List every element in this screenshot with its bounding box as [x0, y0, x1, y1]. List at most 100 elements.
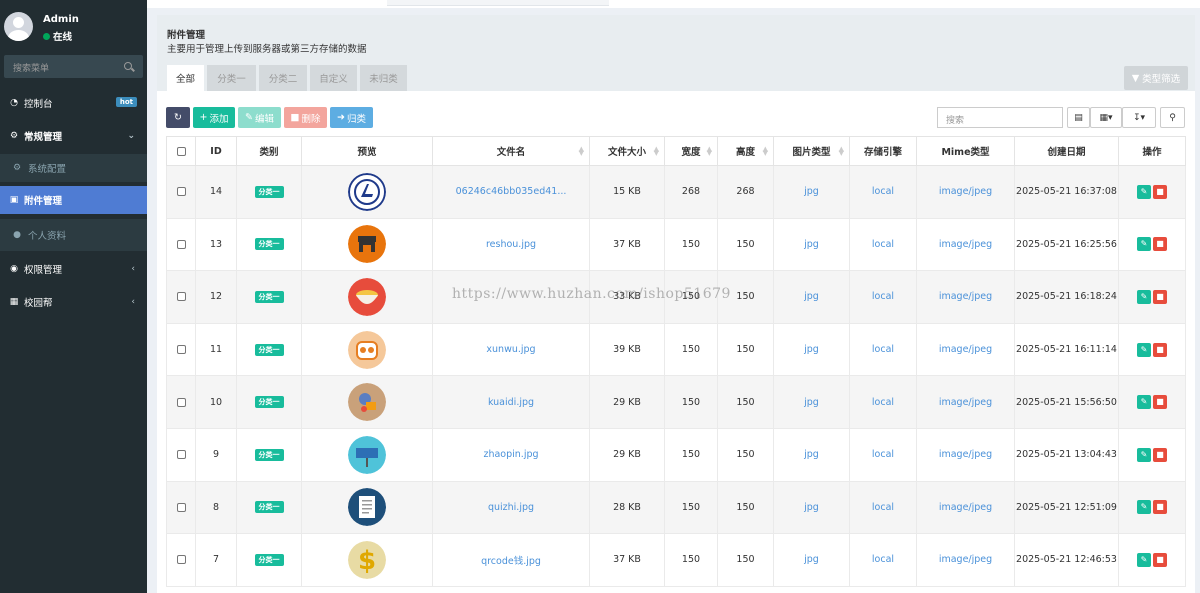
row-checkbox-cell[interactable] — [166, 165, 196, 219]
table-row[interactable]: 10 分类一 kuaidi.jpg 29 KB 150 150 jpg loca… — [166, 375, 1186, 429]
checkbox[interactable] — [176, 292, 186, 302]
row-edit-button[interactable]: ✎ — [1137, 395, 1151, 410]
mime-link[interactable]: image/jpeg — [939, 397, 992, 408]
row-edit-button[interactable]: ✎ — [1137, 184, 1151, 199]
row-delete-button[interactable]: ■ — [1153, 395, 1167, 410]
tab-unclassified[interactable]: 未归类 — [360, 65, 407, 91]
search-toggle-button[interactable]: ⚲ — [1160, 107, 1185, 128]
sidebar-item-system-config[interactable]: ⚙ 系统配置 — [0, 154, 147, 182]
table-row[interactable]: 11 分类一 xunwu.jpg 39 KB 150 150 jpg local… — [166, 323, 1186, 377]
sidebar-item-campus[interactable]: ▦ 校园帮 ‹ — [0, 288, 147, 316]
row-edit-button[interactable]: ✎ — [1137, 447, 1151, 462]
row-edit-button[interactable]: ✎ — [1137, 342, 1151, 357]
row-delete-button[interactable]: ■ — [1153, 342, 1167, 357]
mime-link[interactable]: image/jpeg — [939, 291, 992, 302]
delete-button[interactable]: ■ 删除 — [284, 107, 327, 128]
columns-dropdown[interactable]: ▦▾ — [1090, 107, 1122, 128]
imagetype-link[interactable]: jpg — [804, 554, 819, 565]
row-delete-button[interactable]: ■ — [1153, 500, 1167, 515]
storage-link[interactable]: local — [872, 554, 894, 565]
storage-link[interactable]: local — [872, 239, 894, 250]
sidebar-item-attachments[interactable]: ▣ 附件管理 — [0, 186, 147, 214]
row-edit-button[interactable]: ✎ — [1137, 552, 1151, 567]
imagetype-link[interactable]: jpg — [804, 397, 819, 408]
sort-icon[interactable]: ▲ ▼ — [579, 146, 584, 157]
imagetype-link[interactable]: jpg — [804, 449, 819, 460]
tab-category-2[interactable]: 分类二 — [259, 65, 307, 91]
thumbnail-image[interactable] — [348, 172, 386, 211]
table-view-toggle[interactable]: ▤ — [1067, 107, 1090, 128]
sort-icon[interactable]: ▲ ▼ — [707, 146, 712, 157]
filename-link[interactable]: xunwu.jpg — [486, 344, 535, 355]
table-row[interactable]: 13 分类一 reshou.jpg 37 KB 150 150 jpg loca… — [166, 218, 1186, 272]
column-header-filesize[interactable]: 文件大小 ▲ ▼ — [589, 136, 665, 166]
sidebar-item-dashboard[interactable]: ◔ 控制台 hot — [0, 89, 147, 117]
sort-icon[interactable]: ▲ ▼ — [839, 146, 844, 157]
row-checkbox-cell[interactable] — [166, 375, 196, 429]
thumbnail-image[interactable] — [348, 383, 386, 422]
storage-link[interactable]: local — [872, 502, 894, 513]
storage-link[interactable]: local — [872, 186, 894, 197]
row-checkbox-cell[interactable] — [166, 533, 196, 587]
row-edit-button[interactable]: ✎ — [1137, 289, 1151, 304]
thumbnail-image[interactable]: $ — [348, 540, 386, 579]
column-header-height[interactable]: 高度 ▲ ▼ — [717, 136, 774, 166]
category-badge[interactable]: 分类一 — [254, 185, 284, 198]
checkbox[interactable] — [176, 555, 186, 565]
checkbox[interactable] — [176, 187, 186, 197]
category-badge[interactable]: 分类一 — [254, 501, 284, 514]
export-dropdown[interactable]: ↧▾ — [1122, 107, 1156, 128]
checkbox[interactable] — [176, 502, 186, 512]
checkbox[interactable] — [176, 146, 186, 156]
add-button[interactable]: + 添加 — [193, 107, 235, 128]
checkbox[interactable] — [176, 450, 186, 460]
mime-link[interactable]: image/jpeg — [939, 344, 992, 355]
filename-link[interactable]: reshou.jpg — [486, 239, 536, 250]
imagetype-link[interactable]: jpg — [804, 344, 819, 355]
mime-link[interactable]: image/jpeg — [939, 554, 992, 565]
imagetype-link[interactable]: jpg — [804, 239, 819, 250]
sidebar-item-general[interactable]: ⚙ 常规管理 ⌄ — [0, 122, 147, 150]
row-delete-button[interactable]: ■ — [1153, 447, 1167, 462]
tab-custom[interactable]: 自定义 — [310, 65, 357, 91]
category-badge[interactable]: 分类一 — [254, 448, 284, 461]
mime-link[interactable]: image/jpeg — [939, 449, 992, 460]
imagetype-link[interactable]: jpg — [804, 502, 819, 513]
checkbox[interactable] — [176, 397, 186, 407]
tab-category-1[interactable]: 分类一 — [207, 65, 256, 91]
thumbnail-image[interactable] — [348, 435, 386, 474]
filename-link[interactable]: kuaidi.jpg — [488, 397, 534, 408]
mime-link[interactable]: image/jpeg — [939, 239, 992, 250]
row-checkbox-cell[interactable] — [166, 428, 196, 482]
sidebar-item-permissions[interactable]: ◉ 权限管理 ‹ — [0, 255, 147, 283]
row-edit-button[interactable]: ✎ — [1137, 237, 1151, 252]
top-tab[interactable] — [387, 0, 609, 6]
category-badge[interactable]: 分类一 — [254, 343, 284, 356]
row-delete-button[interactable]: ■ — [1153, 289, 1167, 304]
filename-link[interactable]: 06246c46bb035ed41... — [456, 186, 567, 197]
row-delete-button[interactable]: ■ — [1153, 552, 1167, 567]
storage-link[interactable]: local — [872, 397, 894, 408]
search-icon[interactable] — [124, 62, 132, 70]
type-filter-button[interactable]: ▼ 类型筛选 — [1124, 66, 1188, 90]
storage-link[interactable]: local — [872, 344, 894, 355]
classify-button[interactable]: ➜ 归类 — [330, 107, 373, 128]
thumbnail-image[interactable] — [348, 225, 386, 264]
mime-link[interactable]: image/jpeg — [939, 502, 992, 513]
thumbnail-image[interactable] — [348, 277, 386, 316]
category-badge[interactable]: 分类一 — [254, 290, 284, 303]
row-checkbox-cell[interactable] — [166, 270, 196, 324]
avatar[interactable] — [4, 12, 33, 41]
filename-link[interactable]: quizhi.jpg — [488, 502, 534, 513]
table-row[interactable]: 14 分类一 06246c46bb035ed41... 15 KB 268 26… — [166, 165, 1186, 219]
filename-link[interactable]: zhaopin.jpg — [483, 449, 538, 460]
filename-link[interactable]: qrcode钱.jpg — [481, 556, 541, 567]
row-edit-button[interactable]: ✎ — [1137, 500, 1151, 515]
sidebar-search-input[interactable]: 搜索菜单 — [4, 55, 143, 78]
refresh-button[interactable]: ↻ — [166, 107, 190, 128]
column-header-imagetype[interactable]: 图片类型 ▲ ▼ — [773, 136, 850, 166]
storage-link[interactable]: local — [872, 449, 894, 460]
category-badge[interactable]: 分类一 — [254, 553, 284, 566]
column-header-id[interactable]: ID — [195, 136, 237, 166]
sidebar-item-profile[interactable]: ● 个人资料 — [0, 219, 147, 251]
